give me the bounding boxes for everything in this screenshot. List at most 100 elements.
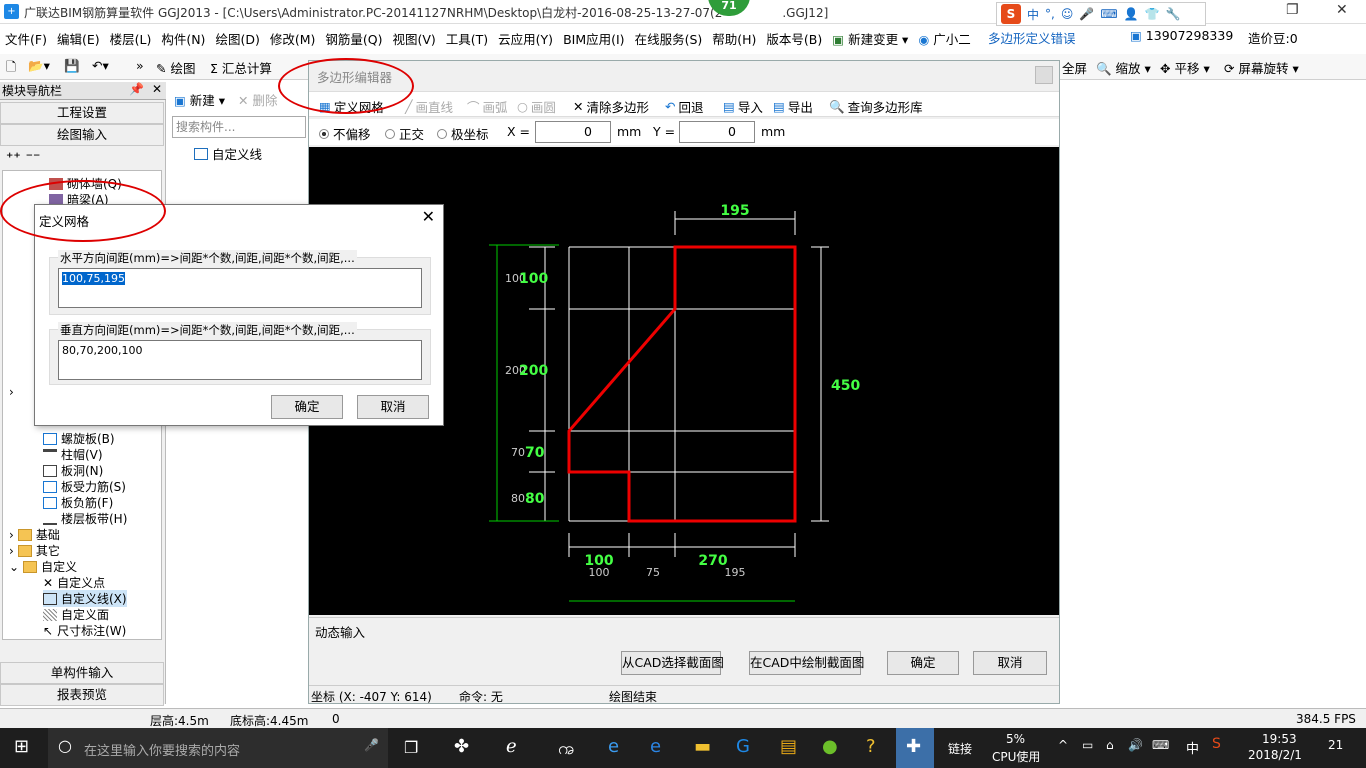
fullscreen-button[interactable]: 全屏 (1062, 58, 1087, 77)
no-offset-radio[interactable]: 不偏移 (319, 124, 371, 143)
polar-radio[interactable]: 极坐标 (437, 124, 489, 143)
shirt-icon[interactable]: 👕 (1145, 7, 1160, 21)
zoom-button[interactable]: 🔍 缩放 ▾ (1096, 58, 1151, 77)
active-app-tab[interactable]: ✚ (896, 728, 934, 768)
menu-draw[interactable]: 绘图(D) (210, 29, 264, 48)
menu-guangxiaoer[interactable]: ◉ 广小二 (913, 29, 975, 48)
menu-component[interactable]: 构件(N) (156, 29, 210, 48)
menu-modify[interactable]: 修改(M) (265, 29, 321, 48)
tree-masonry-wall[interactable]: 砌体墙(Q) (49, 175, 122, 192)
clock-time[interactable]: 19:53 (1262, 732, 1297, 746)
ime-toolbar[interactable]: S 中 °, ☺ 🎤 ⌨ 👤 👕 🔧 (996, 2, 1206, 26)
ime-mode[interactable]: 中 (1027, 6, 1039, 23)
query-polygon-library-button[interactable]: 🔍 查询多边形库 (829, 97, 923, 116)
overflow-icon[interactable]: » (136, 58, 144, 73)
menu-bim[interactable]: BIM应用(I) (558, 29, 630, 48)
account-phone[interactable]: ▣ 13907298339 (1130, 28, 1233, 43)
component-search-input[interactable]: 搜索构件... (172, 116, 306, 138)
grid-ok-button[interactable]: 确定 (271, 395, 343, 419)
network-icon[interactable]: ⌂ (1106, 738, 1114, 752)
tree-custom[interactable]: ⌄ 自定义 (9, 558, 77, 575)
delete-component-button[interactable]: ✕ 删除 (238, 90, 277, 109)
grid-dialog-close-icon[interactable]: ✕ (422, 207, 435, 226)
tree-custom-point[interactable]: ✕ 自定义点 (43, 574, 105, 591)
single-component-input-tab[interactable]: 单构件输入 (0, 662, 164, 684)
report-preview-tab[interactable]: 报表预览 (0, 684, 164, 706)
tree-expander[interactable]: › (9, 385, 14, 399)
horizontal-spacing-input[interactable]: 100,75,195 (58, 268, 422, 308)
undo-icon[interactable]: ↶▾ (92, 58, 109, 73)
clock-date[interactable]: 2018/2/1 (1248, 748, 1302, 762)
menu-rebar[interactable]: 钢筋量(Q) (320, 29, 387, 48)
app-fan-icon[interactable]: ✤ (454, 736, 469, 757)
pin-icon[interactable]: 📌 (129, 82, 144, 96)
tree-dimension[interactable]: ↖ 尺寸标注(W) (43, 622, 126, 639)
keyboard-icon[interactable]: ⌨ (1100, 7, 1117, 21)
menu-help[interactable]: 帮助(H) (707, 29, 761, 48)
menu-edit[interactable]: 编辑(E) (52, 29, 105, 48)
pan-button[interactable]: ✥ 平移 ▾ (1160, 58, 1210, 77)
draw-button[interactable]: ✎ 绘图 (156, 58, 195, 77)
nav-close-icon[interactable]: ✕ (152, 82, 162, 96)
edge-icon[interactable]: e (608, 736, 619, 757)
component-item[interactable]: 自定义线 (194, 144, 262, 163)
undo-button[interactable]: ↶ 回退 (665, 97, 704, 116)
tray-device-icon[interactable]: ▭ (1082, 738, 1093, 752)
close-icon[interactable]: ✕ (1336, 2, 1348, 18)
input-language[interactable]: 中 (1186, 738, 1199, 757)
draw-arc-button[interactable]: ⌒ 画弧 (467, 97, 508, 116)
sogou-icon[interactable]: S (1001, 4, 1021, 24)
keyboard-icon[interactable]: ⌨ (1152, 738, 1169, 752)
file-explorer-icon[interactable]: ▬ (694, 736, 711, 757)
tray-chevron-icon[interactable]: ^ (1058, 738, 1068, 752)
vertical-spacing-input[interactable]: 80,70,200,100 (58, 340, 422, 380)
green-circle-icon[interactable]: ● (822, 736, 838, 757)
user-icon[interactable]: 👤 (1124, 7, 1139, 21)
taskbar-search-box[interactable]: ○ 在这里输入你要搜索的内容 🎤 (48, 728, 388, 768)
menu-version[interactable]: 版本号(B) (761, 29, 827, 48)
tree-custom-face[interactable]: 自定义面 (43, 606, 109, 623)
menu-view[interactable]: 视图(V) (387, 29, 440, 48)
help-icon[interactable]: ? (866, 736, 876, 757)
import-button[interactable]: ▤ 导入 (723, 97, 763, 116)
tree-column-cap[interactable]: 柱帽(V) (43, 446, 103, 463)
ime-punct[interactable]: °, (1045, 7, 1055, 21)
sogou-tray-icon[interactable]: S (1212, 736, 1221, 752)
menu-tools[interactable]: 工具(T) (441, 29, 493, 48)
sum-calc-button[interactable]: Σ 汇总计算 (210, 58, 272, 77)
drawing-input-tab[interactable]: 绘图输入 (0, 124, 164, 146)
select-from-cad-button[interactable]: 从CAD选择截面图 (621, 651, 724, 675)
dynamic-input-tab[interactable]: 动态输入 (309, 617, 1059, 641)
smiley-icon[interactable]: ☺ (1061, 7, 1074, 21)
tree-slab-rebar[interactable]: 板受力筋(S) (43, 478, 126, 495)
draw-line-button[interactable]: ╱ 画直线 (405, 97, 453, 116)
new-component-button[interactable]: ▣ 新建 ▾ (174, 90, 225, 109)
menu-cloud[interactable]: 云应用(Y) (493, 29, 558, 48)
save-icon[interactable]: 💾 (64, 58, 80, 74)
define-grid-button[interactable]: ▦ 定义网格 (319, 97, 384, 116)
tree-slab-negative[interactable]: 板负筋(F) (43, 494, 113, 511)
restore-icon[interactable]: ❐ (1286, 2, 1299, 18)
tree-spiral-slab[interactable]: 螺旋板(B) (43, 430, 115, 447)
rotate-button[interactable]: ⟳ 屏幕旋转 ▾ (1224, 58, 1299, 77)
mic-icon[interactable]: 🎤 (364, 738, 379, 752)
ie-icon[interactable]: ℯ (506, 736, 517, 757)
export-button[interactable]: ▤ 导出 (773, 97, 813, 116)
clear-polygon-button[interactable]: ✕ 清除多边形 (573, 97, 649, 116)
menu-file[interactable]: 文件(F) (0, 29, 52, 48)
cost-beans[interactable]: 造价豆:0 (1248, 28, 1298, 47)
new-file-icon[interactable]: 🗋 (6, 58, 16, 79)
project-settings-tab[interactable]: 工程设置 (0, 102, 164, 124)
draw-in-cad-button[interactable]: 在CAD中绘制截面图 (749, 651, 864, 675)
glodon-g-icon[interactable]: G (736, 736, 750, 757)
expand-collapse-icons[interactable]: ⁺⁺ ⁻⁻ (6, 150, 40, 166)
link-label[interactable]: 链接 (948, 740, 972, 757)
ortho-radio[interactable]: 正交 (385, 124, 424, 143)
windows-start-icon[interactable]: ⊞ (14, 736, 29, 757)
notes-icon[interactable]: ▤ (780, 736, 797, 757)
tree-custom-line[interactable]: 自定义线(X) (43, 590, 127, 607)
tree-floor-band[interactable]: 楼层板带(H) (43, 510, 127, 527)
editor-close-icon[interactable] (1035, 66, 1053, 84)
tree-other[interactable]: › 其它 (9, 542, 60, 559)
open-folder-icon[interactable]: 📂▾ (28, 58, 50, 74)
